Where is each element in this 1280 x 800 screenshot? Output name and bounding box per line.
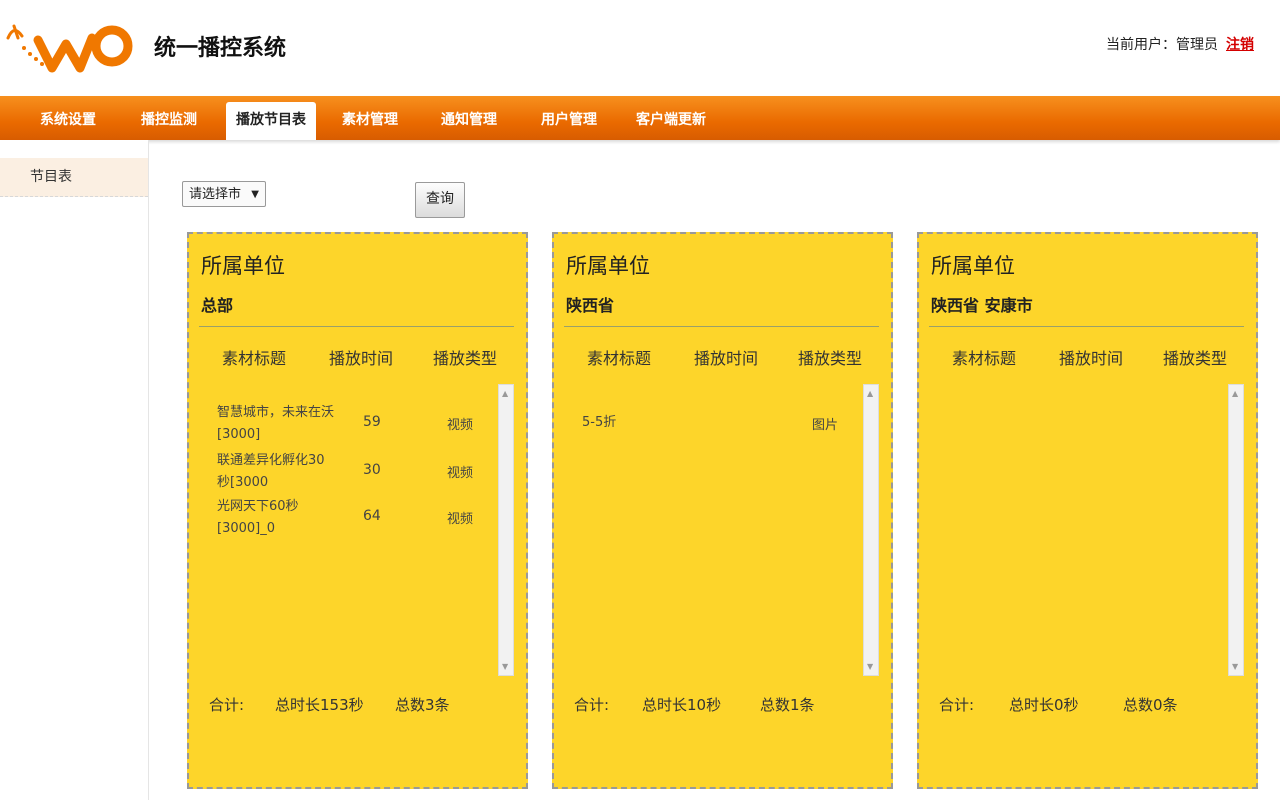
city-select-value: 请选择市 xyxy=(189,187,242,202)
scrollbar[interactable]: ▲ ▼ xyxy=(863,384,879,676)
card-unit-name: 总部 xyxy=(201,296,234,315)
playlist-list xyxy=(931,382,1231,672)
item-title: 联通差异化孵化30秒[3000 xyxy=(217,453,325,490)
total-label: 合计: xyxy=(939,696,975,714)
item-time: 30 xyxy=(363,462,381,478)
china-unicom-logo xyxy=(6,24,133,73)
scroll-down-icon[interactable]: ▼ xyxy=(502,662,508,671)
playlist-list: 智慧城市，未来在沃[3000] 59 视频 联通差异化孵化30秒[3000 30… xyxy=(201,382,501,672)
app-title: 统一播控系统 xyxy=(154,36,287,61)
total-label: 合计: xyxy=(574,696,610,714)
sidebar: 节目表 xyxy=(0,140,149,800)
nav-notification-management[interactable]: 通知管理 xyxy=(431,102,507,140)
card-unit-name: 陕西省 安康市 xyxy=(931,296,1033,315)
column-header-title: 素材标题 xyxy=(222,349,287,368)
card-title: 所属单位 xyxy=(931,254,1015,278)
main-nav: 系统设置 播控监测 播放节目表 素材管理 通知管理 用户管理 客户端更新 xyxy=(0,96,1280,140)
nav-material-management[interactable]: 素材管理 xyxy=(332,102,408,140)
card-title: 所属单位 xyxy=(201,254,285,278)
list-item[interactable]: 联通差异化孵化30秒[3000 30 视频 xyxy=(201,450,501,496)
scroll-up-icon[interactable]: ▲ xyxy=(502,389,508,398)
list-item[interactable]: 光网天下60秒[3000]_0 64 视频 xyxy=(201,496,501,542)
divider xyxy=(564,326,879,327)
item-type: 视频 xyxy=(447,418,474,433)
total-label: 合计: xyxy=(209,696,245,714)
item-title: 智慧城市，未来在沃[3000] xyxy=(217,405,335,442)
header: 统一播控系统 当前用户：管理员 注销 xyxy=(0,0,1280,96)
list-item[interactable]: 智慧城市，未来在沃[3000] 59 视频 xyxy=(201,402,501,448)
city-select[interactable]: 请选择市 ▼ xyxy=(182,181,266,207)
sidebar-item-playlist[interactable]: 节目表 xyxy=(0,158,148,197)
unit-card-shaanxi: 所属单位 陕西省 素材标题 播放时间 播放类型 5-5折 图片 ▲ ▼ 合计: … xyxy=(552,232,893,789)
card-unit-name: 陕西省 xyxy=(566,296,615,315)
item-type: 图片 xyxy=(812,418,839,433)
total-duration: 总时长153秒 xyxy=(275,696,364,714)
total-duration: 总时长0秒 xyxy=(1009,696,1079,714)
card-title: 所属单位 xyxy=(566,254,650,278)
item-title: 5-5折 xyxy=(582,415,617,430)
column-header-title: 素材标题 xyxy=(587,349,652,368)
nav-broadcast-monitor[interactable]: 播控监测 xyxy=(131,102,207,140)
total-count: 总数3条 xyxy=(395,696,450,714)
item-time: 64 xyxy=(363,508,381,524)
column-header-time: 播放时间 xyxy=(694,349,759,368)
item-title: 光网天下60秒[3000]_0 xyxy=(217,499,299,536)
total-count: 总数1条 xyxy=(760,696,815,714)
nav-user-management[interactable]: 用户管理 xyxy=(531,102,607,140)
item-time: 59 xyxy=(363,414,381,430)
user-area: 当前用户：管理员 注销 xyxy=(1106,34,1254,54)
chevron-down-icon: ▼ xyxy=(251,189,259,200)
total-duration: 总时长10秒 xyxy=(642,696,722,714)
item-type: 视频 xyxy=(447,512,474,527)
item-type: 视频 xyxy=(447,466,474,481)
column-header-type: 播放类型 xyxy=(798,349,863,368)
current-user-label: 当前用户：管理员 xyxy=(1106,37,1218,53)
nav-system-settings[interactable]: 系统设置 xyxy=(30,102,106,140)
playlist-list: 5-5折 图片 xyxy=(566,382,866,672)
nav-client-update[interactable]: 客户端更新 xyxy=(626,102,716,140)
column-header-type: 播放类型 xyxy=(433,349,498,368)
logout-link[interactable]: 注销 xyxy=(1226,37,1254,53)
query-button[interactable]: 查询 xyxy=(415,182,465,218)
column-header-time: 播放时间 xyxy=(1059,349,1124,368)
divider xyxy=(199,326,514,327)
scrollbar[interactable]: ▲ ▼ xyxy=(498,384,514,676)
scroll-down-icon[interactable]: ▼ xyxy=(1232,662,1238,671)
scroll-up-icon[interactable]: ▲ xyxy=(1232,389,1238,398)
divider xyxy=(929,326,1244,327)
column-header-type: 播放类型 xyxy=(1163,349,1228,368)
unit-card-ankang: 所属单位 陕西省 安康市 素材标题 播放时间 播放类型 ▲ ▼ 合计: 总时长0… xyxy=(917,232,1258,789)
unit-card-hq: 所属单位 总部 素材标题 播放时间 播放类型 智慧城市，未来在沃[3000] 5… xyxy=(187,232,528,789)
nav-playlist[interactable]: 播放节目表 xyxy=(226,102,316,140)
column-header-time: 播放时间 xyxy=(329,349,394,368)
scroll-down-icon[interactable]: ▼ xyxy=(867,662,873,671)
scroll-up-icon[interactable]: ▲ xyxy=(867,389,873,398)
list-item[interactable]: 5-5折 图片 xyxy=(566,412,866,458)
column-header-title: 素材标题 xyxy=(952,349,1017,368)
scrollbar[interactable]: ▲ ▼ xyxy=(1228,384,1244,676)
total-count: 总数0条 xyxy=(1123,696,1178,714)
